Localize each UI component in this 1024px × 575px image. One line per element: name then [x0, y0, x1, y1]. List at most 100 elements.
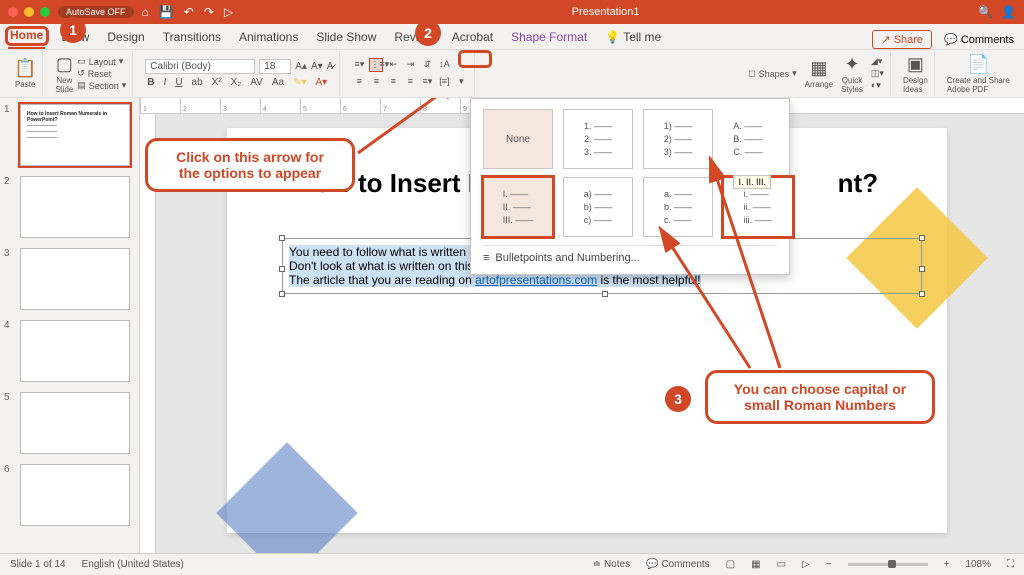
clear-formatting-icon[interactable]: A̷ — [327, 61, 334, 72]
subscript-button[interactable]: X₂ — [229, 77, 244, 88]
align-center-icon[interactable]: ≡ — [369, 75, 383, 89]
align-left-icon[interactable]: ≡ — [352, 75, 366, 89]
design-ideas-group[interactable]: ▣ Design Ideas — [897, 52, 935, 96]
language-indicator[interactable]: English (United States) — [82, 559, 184, 570]
layout-button[interactable]: ▭ Layout ▾ — [77, 56, 126, 67]
close-window-icon[interactable] — [8, 7, 18, 17]
thumbnail-2[interactable]: 2 — [6, 176, 133, 238]
align-text-icon[interactable]: [≡] — [437, 75, 451, 89]
numbering-button[interactable]: ⋮≡▾ — [369, 58, 383, 72]
underline-button[interactable]: U — [173, 77, 184, 88]
quick-styles-icon[interactable]: ✦ — [844, 54, 859, 74]
shapes-button[interactable]: ◻ Shapes ▾ — [748, 68, 797, 79]
tab-home[interactable]: Home — [8, 24, 45, 49]
superscript-button[interactable]: X² — [210, 77, 224, 88]
list-icon: ≡ — [483, 252, 489, 264]
tab-transitions[interactable]: Transitions — [161, 26, 223, 49]
columns-icon[interactable]: ≡▾ — [420, 75, 434, 89]
search-icon[interactable]: 🔍 — [978, 5, 993, 19]
shape-fill-icon[interactable]: ◢▾ — [871, 56, 884, 67]
text-direction-icon[interactable]: ↕A — [437, 58, 451, 72]
zoom-percent[interactable]: 108% — [965, 559, 991, 570]
undo-icon[interactable]: ↶ — [184, 5, 194, 19]
autosave-label: AutoSave — [66, 7, 105, 17]
thumbnail-5[interactable]: 5 — [6, 392, 133, 454]
zoom-slider[interactable] — [848, 563, 928, 566]
play-icon[interactable]: ▷ — [224, 5, 233, 19]
tab-design[interactable]: Design — [105, 26, 146, 49]
annotation-badge-3: 3 — [665, 386, 691, 412]
new-slide-icon[interactable]: ▢ — [56, 54, 73, 74]
italic-button[interactable]: I — [162, 77, 169, 88]
numbering-option-decimal-dot[interactable]: 1. ——2. ——3. —— — [563, 109, 633, 169]
share-button[interactable]: ↗ Share — [872, 30, 932, 49]
maximize-window-icon[interactable] — [40, 7, 50, 17]
numbering-option-letter-lower-paren[interactable]: a) ——b) ——c) —— — [563, 177, 633, 237]
bold-button[interactable]: B — [145, 77, 156, 88]
minimize-window-icon[interactable] — [24, 7, 34, 17]
thumbnail-3[interactable]: 3 — [6, 248, 133, 310]
comments-button[interactable]: 💬 Comments — [944, 33, 1014, 46]
char-spacing-button[interactable]: Aa — [270, 77, 286, 88]
font-color-button[interactable]: A▾ — [313, 77, 329, 88]
arrange-icon[interactable]: ▦ — [810, 58, 827, 78]
align-right-icon[interactable]: ≡ — [386, 75, 400, 89]
tab-slide-show[interactable]: Slide Show — [314, 26, 378, 49]
section-button[interactable]: ▤ Section ▾ — [77, 80, 126, 91]
slide-counter: Slide 1 of 14 — [10, 559, 66, 570]
status-bar: Slide 1 of 14 English (United States) ≐ … — [0, 553, 1024, 575]
tab-shape-format[interactable]: Shape Format — [509, 26, 589, 49]
line-spacing-icon[interactable]: ⇵ — [420, 58, 434, 72]
thumbnail-4[interactable]: 4 — [6, 320, 133, 382]
slideshow-view-icon[interactable]: ▷ — [802, 559, 810, 570]
comments-status-button[interactable]: 💬 Comments — [646, 559, 710, 570]
reset-button[interactable]: ↺ Reset — [77, 68, 126, 79]
drawing-group: ◻ Shapes ▾ ▦ Arrange ✦ Quick Styles ◢▾ ◫… — [742, 52, 891, 96]
article-link[interactable]: artofpresentations.com — [475, 273, 597, 287]
notes-button[interactable]: ≐ Notes — [593, 559, 630, 570]
autosave-toggle[interactable]: AutoSave OFF — [58, 6, 134, 18]
thumbnail-6[interactable]: 6 — [6, 464, 133, 526]
numbering-option-none[interactable]: None — [483, 109, 553, 169]
document-title: Presentation1 — [233, 6, 978, 18]
fit-to-window-icon[interactable]: ⛶ — [1007, 559, 1014, 570]
reading-view-icon[interactable]: ▭ — [777, 559, 786, 570]
thumbnail-1[interactable]: 1 How to Insert Roman Numerals in PowerP… — [6, 104, 133, 166]
numbering-option-decimal-paren[interactable]: 1) ——2) ——3) —— — [643, 109, 713, 169]
ribbon-tabs: Home Draw Design Transitions Animations … — [0, 24, 1024, 50]
paste-group[interactable]: 📋 Paste — [8, 52, 43, 96]
sorter-view-icon[interactable]: ▦ — [751, 559, 760, 570]
font-highlight-icon[interactable]: ✎▾ — [291, 77, 308, 88]
increase-indent-icon[interactable]: ⇥ — [403, 58, 417, 72]
highlight-button[interactable]: AV — [248, 77, 265, 88]
font-size-select[interactable]: 18 — [259, 59, 291, 74]
adobe-group[interactable]: 📄 Create and Share Adobe PDF — [941, 52, 1016, 96]
zoom-out-icon[interactable]: − — [826, 559, 832, 570]
bullets-button[interactable]: ≡▾ — [352, 58, 366, 72]
font-name-select[interactable]: Calibri (Body) — [145, 59, 255, 74]
user-icon[interactable]: 👤 — [1001, 5, 1016, 19]
tab-acrobat[interactable]: Acrobat — [450, 26, 495, 49]
tab-animations[interactable]: Animations — [237, 26, 300, 49]
increase-font-icon[interactable]: A▴ — [295, 61, 307, 72]
save-icon[interactable]: 💾 — [159, 5, 174, 19]
numbering-option-roman-upper[interactable]: I. ——II. ——III. —— — [483, 177, 553, 237]
smartart-icon[interactable]: ▾ — [454, 75, 468, 89]
decrease-indent-icon[interactable]: ⇤ — [386, 58, 400, 72]
home-icon[interactable]: ⌂ — [142, 5, 149, 19]
shape-outline-icon[interactable]: ◫▾ — [871, 68, 884, 79]
tab-tell-me[interactable]: 💡 Tell me — [603, 26, 663, 49]
decrease-font-icon[interactable]: A▾ — [311, 61, 323, 72]
bulletpoints-numbering-button[interactable]: ≡Bulletpoints and Numbering... — [483, 245, 777, 264]
redo-icon[interactable]: ↷ — [204, 5, 214, 19]
justify-icon[interactable]: ≡ — [403, 75, 417, 89]
strikethrough-button[interactable]: ab — [190, 77, 205, 88]
normal-view-icon[interactable]: ▢ — [726, 559, 735, 570]
zoom-in-icon[interactable]: + — [944, 559, 950, 570]
quick-access-toolbar: ⌂ 💾 ↶ ↷ ▷ — [142, 5, 234, 19]
new-slide-label: New Slide — [55, 76, 73, 94]
numbering-option-letter-upper[interactable]: A. ——B. ——C. —— — [723, 109, 773, 169]
numbering-option-letter-lower-dot[interactable]: a. ——b. ——c. —— — [643, 177, 713, 237]
shape-effects-icon[interactable]: ◐▾ — [871, 80, 884, 91]
font-group: Calibri (Body) 18 A▴ A▾ A̷ B I U ab X² X… — [139, 52, 340, 96]
